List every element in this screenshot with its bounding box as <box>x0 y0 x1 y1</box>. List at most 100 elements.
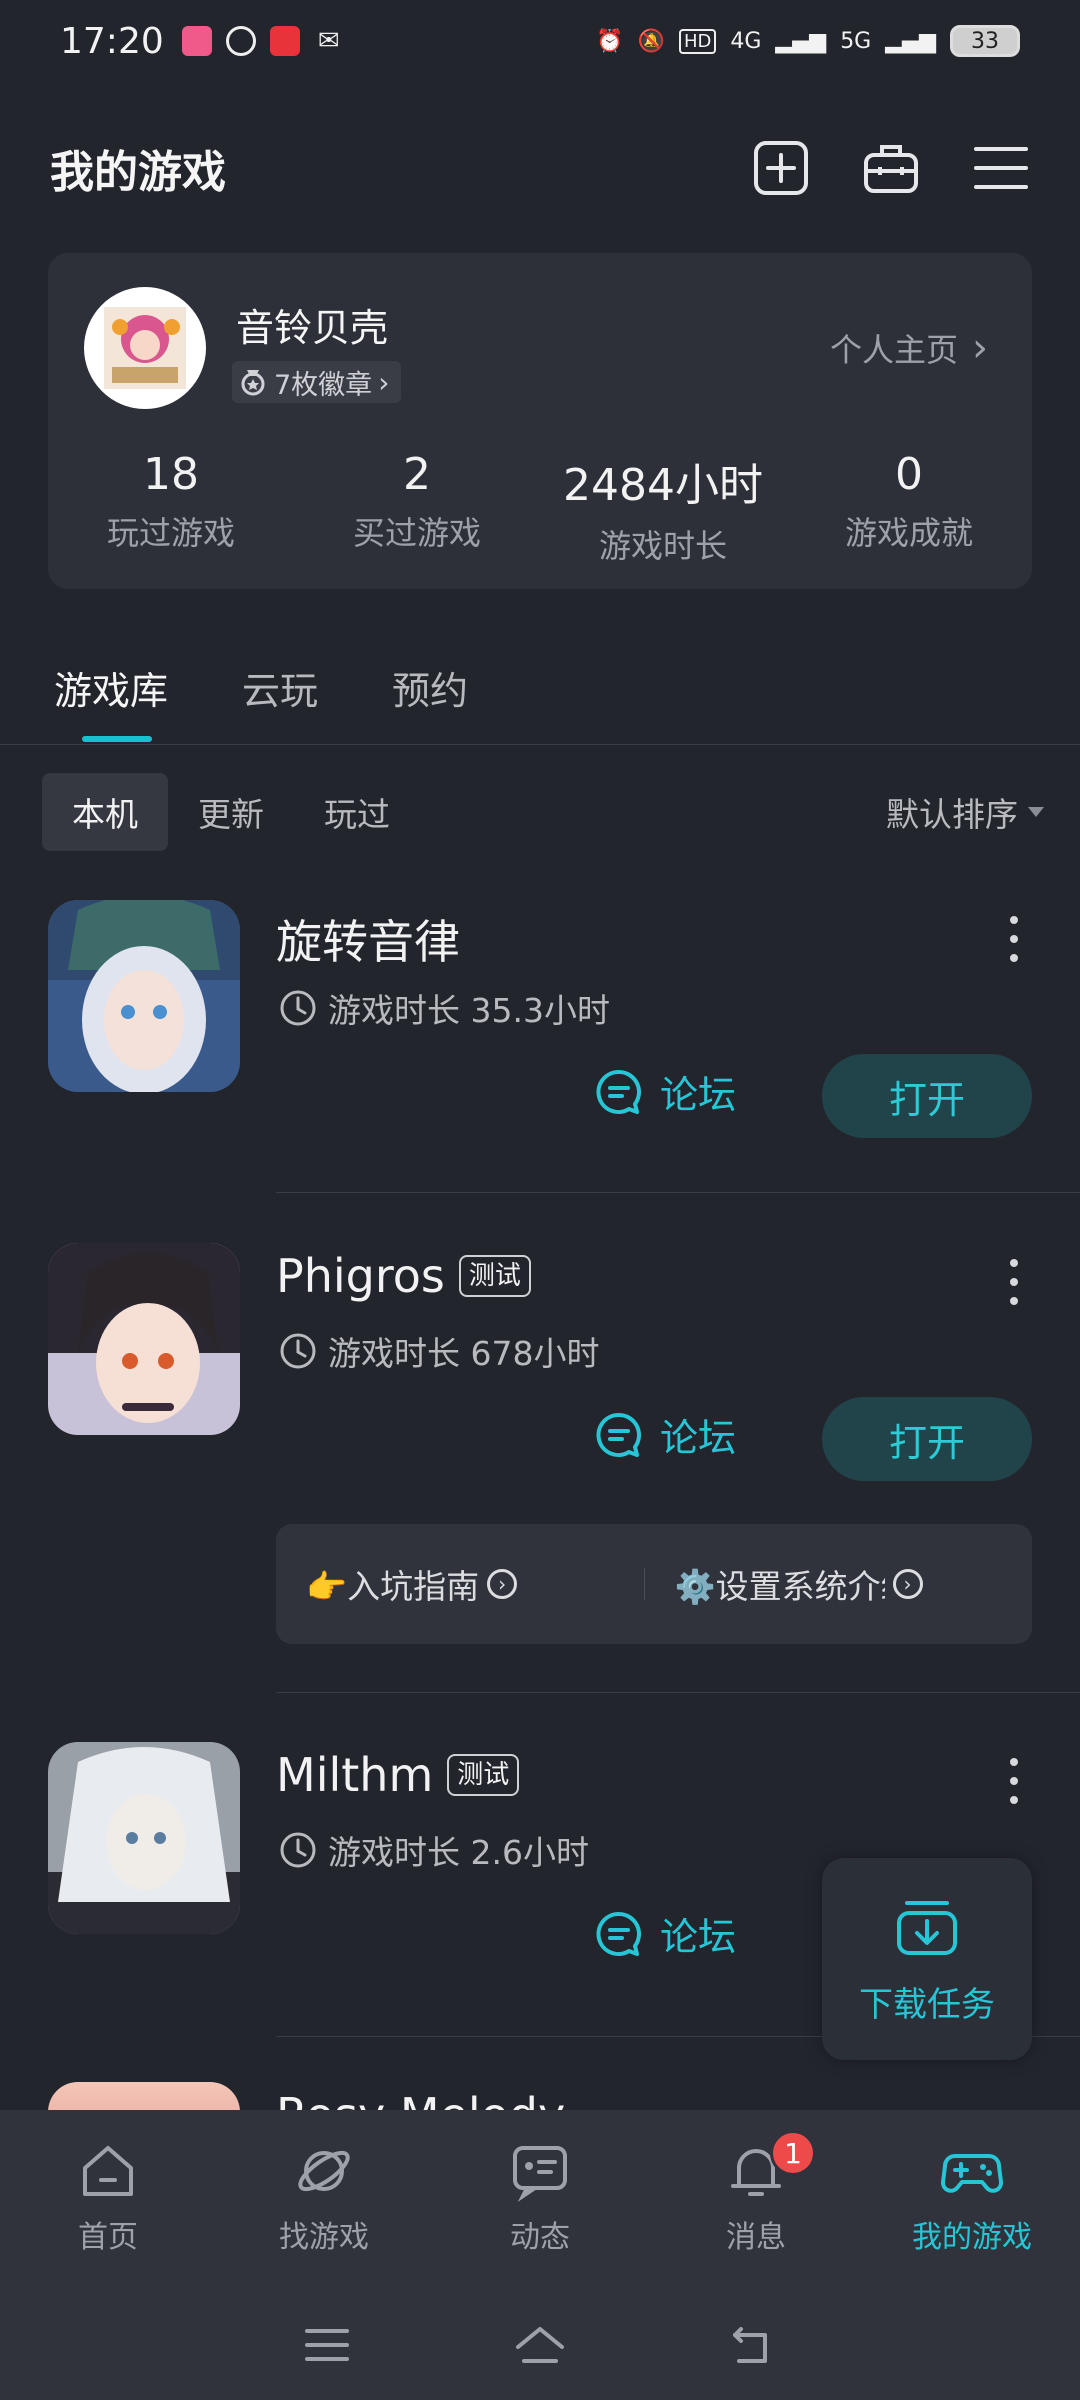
more-options-icon[interactable] <box>1002 916 1026 962</box>
download-tasks-button[interactable]: 下载任务 <box>822 1858 1032 2060</box>
nav-messages[interactable]: 1 消息 <box>648 2110 864 2290</box>
test-badge: 测试 <box>458 1255 531 1297</box>
back-icon[interactable] <box>725 2317 781 2373</box>
toolbox-icon[interactable] <box>862 139 920 197</box>
badges-button[interactable]: 7枚徽章 › <box>232 361 402 403</box>
recent-apps-icon[interactable] <box>299 2317 355 2373</box>
forum-button[interactable]: 论坛 <box>594 1064 736 1119</box>
signal-icon: ▂▄▆ <box>775 28 827 54</box>
stat-label: 买过游戏 <box>352 514 481 552</box>
more-options-icon[interactable] <box>1002 1259 1026 1305</box>
guide-bar: 👉入坑指南 › ⚙️设置系统介绍 › <box>276 1524 1032 1644</box>
test-badge: 测试 <box>447 1754 520 1796</box>
feed-icon <box>513 2146 567 2202</box>
tab-reservations[interactable]: 预约 <box>392 660 468 740</box>
home-nav-icon[interactable] <box>512 2317 568 2373</box>
arrow-circle-icon: › <box>487 1569 518 1599</box>
forum-label: 论坛 <box>660 1073 737 1117</box>
stat-achievements[interactable]: 0 游戏成就 <box>786 449 1032 567</box>
mute-icon: 🔕 <box>637 28 665 54</box>
stat-value: 18 <box>143 449 199 500</box>
filter-updates[interactable]: 更新 <box>168 773 294 851</box>
stat-bought[interactable]: 2 买过游戏 <box>294 449 540 567</box>
stat-label: 游戏成就 <box>844 514 973 552</box>
caret-down-icon <box>1028 807 1044 817</box>
network2-label: 5G <box>840 28 872 54</box>
game-title: Phigros 测试 <box>276 1249 531 1303</box>
download-label: 下载任务 <box>859 1984 995 2025</box>
planet-icon <box>298 2150 350 2192</box>
nav-home[interactable]: 首页 <box>0 2110 216 2290</box>
forum-button[interactable]: 论坛 <box>594 1906 736 1961</box>
tab-reservations-label: 预约 <box>392 669 469 713</box>
filter-played[interactable]: 玩过 <box>294 773 420 851</box>
tab-underline <box>82 736 152 742</box>
tab-library[interactable]: 游戏库 <box>54 660 169 742</box>
open-button[interactable]: 打开 <box>822 1397 1032 1481</box>
download-icon <box>897 1900 957 1955</box>
nav-my-games[interactable]: 我的游戏 <box>864 2110 1080 2290</box>
profile-name: 音铃贝壳 <box>236 306 389 350</box>
settings-guide-link[interactable]: ⚙️设置系统介绍 › <box>645 1560 1033 1608</box>
nav-feed[interactable]: 动态 <box>432 2110 648 2290</box>
nav-discover[interactable]: 找游戏 <box>216 2110 432 2290</box>
page-title: 我的游戏 <box>50 147 226 198</box>
more-options-icon[interactable] <box>1002 1758 1026 1804</box>
profile-home-link[interactable]: 个人主页 › <box>830 325 988 371</box>
tab-cloud-play[interactable]: 云玩 <box>242 660 318 740</box>
forum-icon <box>596 1911 641 1956</box>
game-title: 旋转音律 <box>276 906 460 972</box>
game-cover-image <box>48 900 240 1092</box>
sort-dropdown[interactable]: 默认排序 <box>886 788 1044 836</box>
stat-playtime[interactable]: 2484小时 游戏时长 <box>540 449 786 567</box>
notification-icons: ✉ <box>181 26 344 56</box>
game-playtime-text: 游戏时长 678小时 <box>328 1334 600 1373</box>
profile-card[interactable]: 音铃贝壳 7枚徽章 › 个人主页 › 18 玩过游戏 2 买过游戏 2484小时… <box>48 253 1032 589</box>
home-icon <box>83 2146 133 2196</box>
stat-value: 2484小时 <box>563 460 763 511</box>
stat-played[interactable]: 18 玩过游戏 <box>48 449 294 567</box>
nav-my-games-label: 我的游戏 <box>912 2220 1032 2255</box>
avatar-image <box>104 307 186 389</box>
signal-icon: ▂▄▆ <box>885 28 936 54</box>
game-title: Milthm 测试 <box>276 1748 520 1802</box>
game-cover[interactable] <box>48 900 240 1092</box>
add-icon[interactable] <box>752 139 810 197</box>
open-button[interactable]: 打开 <box>822 1054 1032 1138</box>
gamepad-icon <box>941 2154 1003 2193</box>
game-playtime: 游戏时长 2.6小时 <box>278 1826 589 1874</box>
beginner-guide-link[interactable]: 👉入坑指南 › <box>276 1560 644 1608</box>
game-playtime-text: 游戏时长 2.6小时 <box>328 1833 589 1872</box>
nav-home-label: 首页 <box>78 2220 138 2255</box>
game-title-text: 旋转音律 <box>276 915 460 969</box>
bottom-nav: 首页 找游戏 动态 1 消息 我的游戏 <box>0 2110 1080 2290</box>
avatar[interactable] <box>84 287 206 409</box>
tab-library-label: 游戏库 <box>54 669 169 713</box>
medal-icon <box>241 370 265 396</box>
nav-discover-label: 找游戏 <box>279 2220 369 2255</box>
profile-stats: 18 玩过游戏 2 买过游戏 2484小时 游戏时长 0 游戏成就 <box>48 449 1032 567</box>
game-cover-image <box>48 1742 240 1934</box>
system-nav-bar <box>0 2290 1080 2400</box>
page-header: 我的游戏 <box>50 130 1030 206</box>
status-time: 17:20 <box>60 20 164 62</box>
battery-indicator: 33 <box>950 25 1020 57</box>
app-notification-icon <box>181 26 212 56</box>
clock-icon <box>280 1832 316 1868</box>
chevron-right-icon: › <box>972 325 988 371</box>
forum-button[interactable]: 论坛 <box>594 1407 736 1462</box>
nav-messages-label: 消息 <box>726 2220 786 2255</box>
network-label: 4G <box>730 28 762 54</box>
profile-home-label: 个人主页 <box>829 331 958 369</box>
game-cover[interactable] <box>48 1243 240 1435</box>
tab-cloud-play-label: 云玩 <box>242 669 319 713</box>
game-playtime-text: 游戏时长 35.3小时 <box>328 991 610 1030</box>
row-divider <box>276 1192 1080 1193</box>
filter-local[interactable]: 本机 <box>42 773 168 851</box>
app-notification-icon <box>225 26 256 56</box>
tabs-divider <box>0 744 1080 745</box>
game-cover[interactable] <box>48 1742 240 1934</box>
game-title-text: Phigros <box>276 1249 445 1303</box>
menu-icon[interactable] <box>972 139 1030 197</box>
notification-badge: 1 <box>770 2130 816 2176</box>
